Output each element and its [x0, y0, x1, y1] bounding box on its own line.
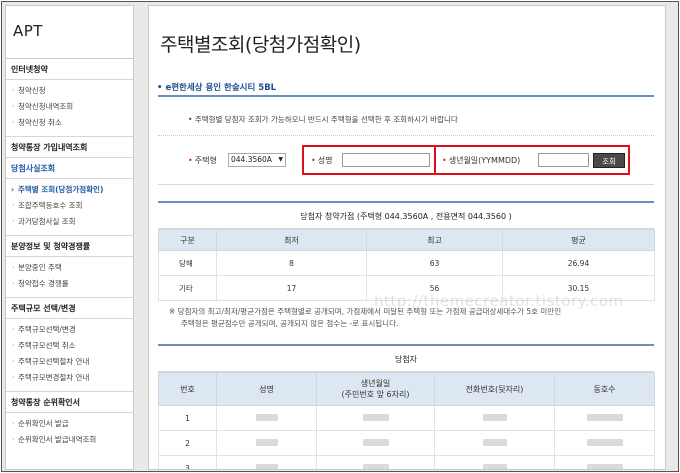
main-panel: 주택별조회(당첨가점확인) • e편한세상 용인 한숲시티 5BL • 주택형별 … [148, 5, 666, 470]
table-cell: 2 [158, 430, 217, 456]
redacted-cell [554, 455, 655, 469]
redacted-cell [216, 430, 317, 456]
sidebar-item-apply-history[interactable]: 청약신청내역조회 [6, 99, 133, 115]
table-cell: 기타 [158, 275, 217, 301]
sidebar-item-size-select-guide[interactable]: 주택규모선택절차 안내 [6, 354, 133, 370]
sidebar-section-winner: 당첨사실조회 주택별 조회(당첨가점확인) 조합주택등호수 조회 과거당첨사실 … [6, 158, 133, 236]
sidebar-section-size: 주택규모 선택/변경 주택규모선택/변경 주택규모선택 취소 주택규모선택절차 … [6, 298, 133, 392]
table-row: 3 [158, 455, 655, 469]
table-cell: 당해 [158, 250, 217, 276]
redacted-cell [316, 455, 435, 469]
house-type-select[interactable]: 044.3560A ▼ [228, 153, 286, 167]
sidebar-item-rank-history[interactable]: 순위확인서 발급내역조회 [6, 432, 133, 448]
col-header-avg: 평균 [502, 229, 655, 251]
table-cell: 63 [366, 250, 503, 276]
sidebar-item-union-house[interactable]: 조합주택등호수 조회 [6, 198, 133, 214]
col-header-phone: 전화번호(뒷자리) [434, 372, 555, 406]
search-form: • 주택형별 당첨자 조회가 가능하오니 반드시 주택형을 선택한 후 조회하시… [158, 95, 654, 185]
bullet-icon: • [157, 83, 163, 93]
notice-text: • 주택형별 당첨자 조회가 가능하오니 반드시 주택형을 선택한 후 조회하시… [188, 114, 458, 125]
highlight-box-birth [434, 145, 630, 175]
sidebar-head-internet-apply[interactable]: 인터넷청약 [6, 59, 133, 80]
sidebar-section-sale: 분양정보 및 청약경쟁률 분양중인 주택 청약접수 경쟁률 [6, 236, 133, 298]
table-cell: 26.94 [502, 250, 655, 276]
redacted-cell [554, 430, 655, 456]
house-type-label: • 주택형 [188, 156, 217, 165]
col-header-birth: 생년월일 (주민번호 앞 6자리) [316, 372, 435, 406]
winner-table-caption: 당첨자 [158, 344, 654, 372]
sidebar-head-size[interactable]: 주택규모 선택/변경 [6, 298, 133, 319]
page-title: 주택별조회(당첨가점확인) [160, 34, 361, 56]
sidebar-head-rank[interactable]: 청약통장 순위확인서 [6, 392, 133, 413]
redacted-cell [216, 405, 317, 431]
table-cell: 3 [158, 455, 217, 469]
redacted-cell [434, 405, 555, 431]
redacted-cell [316, 430, 435, 456]
apartment-name: • e편한세상 용인 한숲시티 5BL [157, 81, 276, 93]
col-header-min: 최저 [216, 229, 367, 251]
sidebar-head-sale-info[interactable]: 분양정보 및 청약경쟁률 [6, 236, 133, 257]
redacted-cell [216, 455, 317, 469]
sidebar-section-rank: 청약통장 순위확인서 순위확인서 발급 순위확인서 발급내역조회 [6, 392, 133, 453]
sidebar-item-by-house[interactable]: 주택별 조회(당첨가점확인) [6, 182, 133, 198]
sidebar-title: APT [6, 6, 133, 59]
sidebar-item-size-select[interactable]: 주택규모선택/변경 [6, 322, 133, 338]
sidebar-item-rank-issue[interactable]: 순위확인서 발급 [6, 416, 133, 432]
highlight-box-name [302, 145, 436, 175]
table-row: 1 [158, 405, 655, 431]
table-cell: 8 [216, 250, 367, 276]
watermark: http://themecreator.tistory.com [374, 292, 624, 310]
col-header-no: 번호 [158, 372, 217, 406]
table-cell: 17 [216, 275, 367, 301]
chevron-down-icon: ▼ [278, 156, 283, 163]
sidebar-head-winner[interactable]: 당첨사실조회 [6, 158, 133, 179]
col-header-name: 성명 [216, 372, 317, 406]
note-line-2: 주택형은 평균점수만 공개되며, 공개되지 않은 점수는 -로 표시됩니다. [181, 319, 399, 328]
sidebar-item-size-change-guide[interactable]: 주택규모변경절차 안내 [6, 370, 133, 386]
redacted-cell [434, 430, 555, 456]
sidebar-item-size-cancel[interactable]: 주택규모선택 취소 [6, 338, 133, 354]
sidebar-section-internet: 인터넷청약 청약신청 청약신청내역조회 청약신청 취소 [6, 59, 133, 137]
redacted-cell [554, 405, 655, 431]
house-type-value: 044.3560A [231, 155, 272, 164]
redacted-cell [316, 405, 435, 431]
divider [158, 135, 654, 136]
bullet-icon: • [188, 115, 195, 124]
sidebar: APT 인터넷청약 청약신청 청약신청내역조회 청약신청 취소 청약통장 가입내… [5, 5, 134, 470]
notice-message: 주택형별 당첨자 조회가 가능하오니 반드시 주택형을 선택한 후 조회하시기 … [194, 115, 458, 124]
apartment-name-text: e편한세상 용인 한숲시티 5BL [165, 83, 277, 93]
sidebar-item-apply[interactable]: 청약신청 [6, 83, 133, 99]
table-row: 당해 8 63 26.94 [158, 250, 655, 276]
table-cell: 1 [158, 405, 217, 431]
sidebar-item-apply-cancel[interactable]: 청약신청 취소 [6, 115, 133, 131]
col-header-unit: 동호수 [554, 372, 655, 406]
sidebar-item-competition[interactable]: 청약접수 경쟁률 [6, 276, 133, 292]
sidebar-head-account[interactable]: 청약통장 가입내역조회 [6, 137, 133, 158]
winner-table: 당첨자 번호 성명 생년월일 (주민번호 앞 6자리) 전화번호(뒷자리) 동호… [158, 344, 655, 469]
sidebar-item-past-winner[interactable]: 과거당첨사실 조회 [6, 214, 133, 230]
redacted-cell [434, 455, 555, 469]
score-table-caption: 당첨자 청약가점 (주택형 044.3560A , 전용면적 044.3560 … [158, 201, 654, 229]
house-type-label-text: 주택형 [194, 156, 217, 165]
sidebar-item-on-sale[interactable]: 분양중인 주택 [6, 260, 133, 276]
col-header-max: 최고 [366, 229, 503, 251]
table-row: 2 [158, 430, 655, 456]
col-header-type: 구분 [158, 229, 217, 251]
score-table: 당첨자 청약가점 (주택형 044.3560A , 전용면적 044.3560 … [158, 201, 655, 301]
